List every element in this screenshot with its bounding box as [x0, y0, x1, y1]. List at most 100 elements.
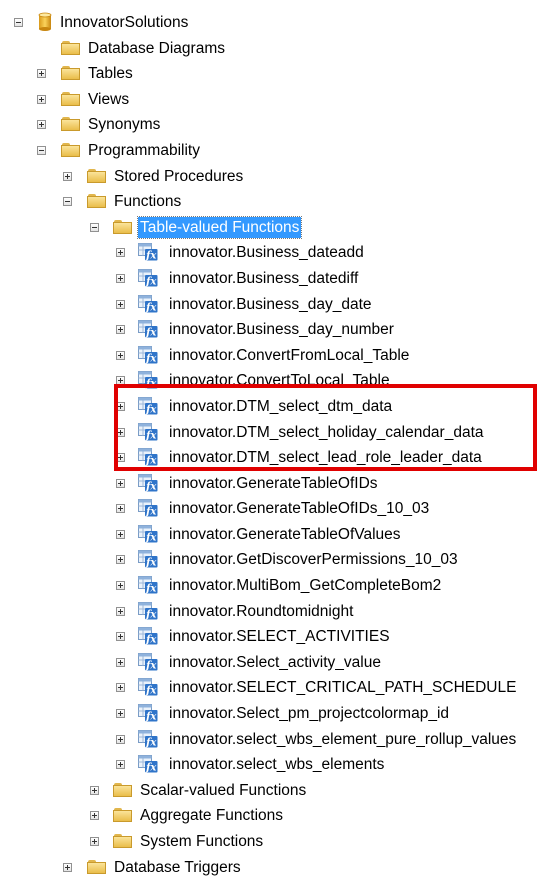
tree-node-label[interactable]: innovator.Business_datediff	[169, 266, 358, 292]
tree-node-label[interactable]: Aggregate Functions	[140, 803, 283, 829]
tree-node-function-item[interactable]: fx innovator.Business_day_number	[0, 317, 539, 343]
tree-node-label[interactable]: innovator.SELECT_ACTIVITIES	[169, 624, 390, 650]
tree-node-function-item[interactable]: fx innovator.Select_activity_value	[0, 650, 539, 676]
expand-toggle-icon[interactable]	[37, 94, 46, 104]
tree-node-root[interactable]: InnovatorSolutions	[0, 10, 539, 36]
tree-node-label[interactable]: innovator.DTM_select_holiday_calendar_da…	[169, 420, 484, 446]
tree-node-label[interactable]: innovator.SELECT_CRITICAL_PATH_SCHEDULE	[169, 675, 516, 701]
tree-node-label[interactable]: Synonyms	[88, 112, 160, 138]
tree-node-label[interactable]: innovator.GenerateTableOfValues	[169, 522, 401, 548]
tree-node-aggregate-functions[interactable]: Aggregate Functions	[0, 803, 539, 829]
tree-node-function-item[interactable]: fx innovator.GenerateTableOfValues	[0, 522, 539, 548]
tree-node-database-triggers[interactable]: Database Triggers	[0, 855, 539, 880]
tree-node-functions[interactable]: Functions	[0, 189, 539, 215]
tree-node-label[interactable]: innovator.GetDiscoverPermissions_10_03	[169, 547, 458, 573]
tree-node-label[interactable]: InnovatorSolutions	[60, 10, 188, 36]
tree-node-function-item[interactable]: fx innovator.MultiBom_GetCompleteBom2	[0, 573, 539, 599]
tree-node-label[interactable]: innovator.DTM_select_dtm_data	[169, 394, 392, 420]
expand-toggle-icon[interactable]	[116, 376, 125, 386]
tree-node-label[interactable]: innovator.GenerateTableOfIDs_10_03	[169, 496, 429, 522]
tree-node-function-item[interactable]: fx innovator.select_wbs_element_pure_roll…	[0, 727, 539, 753]
tree-node-stored-procedures[interactable]: Stored Procedures	[0, 164, 539, 190]
tree-node-label-selected[interactable]: Table-valued Functions	[136, 215, 303, 239]
expand-toggle-icon[interactable]	[63, 862, 72, 872]
tree-node-label[interactable]: Functions	[114, 189, 181, 215]
tree-node-function-item[interactable]: fx innovator.Business_day_date	[0, 292, 539, 318]
tree-node-label[interactable]: innovator.Select_activity_value	[169, 650, 381, 676]
tree-node-function-item[interactable]: fx innovator.SELECT_ACTIVITIES	[0, 624, 539, 650]
tree-node-label[interactable]: innovator.Business_day_number	[169, 317, 394, 343]
expand-toggle-icon[interactable]	[116, 581, 125, 591]
tree-node-function-item[interactable]: fx innovator.ConvertFromLocal_Table	[0, 343, 539, 369]
expand-toggle-icon[interactable]	[116, 453, 125, 463]
tree-node-database-diagrams[interactable]: Database Diagrams	[0, 36, 539, 62]
tree-node-label[interactable]: Stored Procedures	[114, 164, 243, 190]
expand-toggle-icon[interactable]	[116, 657, 125, 667]
tree-node-label[interactable]: innovator.select_wbs_elements	[169, 752, 384, 778]
expand-toggle-icon[interactable]	[116, 401, 125, 411]
tree-node-system-functions[interactable]: System Functions	[0, 829, 539, 855]
tree-node-function-item[interactable]: fx innovator.Roundtomidnight	[0, 599, 539, 625]
tree-node-function-item[interactable]: fx innovator.Select_pm_projectcolormap_id	[0, 701, 539, 727]
tree-node-label[interactable]: Programmability	[88, 138, 200, 164]
tree-node-function-item[interactable]: fx innovator.DTM_select_holiday_calendar_…	[0, 420, 539, 446]
tree-node-function-item[interactable]: fx innovator.GetDiscoverPermissions_10_03	[0, 547, 539, 573]
expand-toggle-icon[interactable]	[116, 529, 125, 539]
tree-node-label[interactable]: innovator.select_wbs_element_pure_rollup…	[169, 727, 516, 753]
tree-node-label[interactable]: innovator.MultiBom_GetCompleteBom2	[169, 573, 441, 599]
tree-node-label[interactable]: innovator.GenerateTableOfIDs	[169, 471, 378, 497]
expand-toggle-icon[interactable]	[116, 350, 125, 360]
expand-toggle-icon[interactable]	[116, 273, 125, 283]
expand-toggle-icon[interactable]	[90, 811, 99, 821]
tree-node-label[interactable]: Database Diagrams	[88, 36, 225, 62]
tree-node-function-item[interactable]: fx innovator.GenerateTableOfIDs	[0, 471, 539, 497]
expand-toggle-icon[interactable]	[116, 248, 125, 258]
expand-toggle-icon[interactable]	[37, 69, 46, 79]
tree-node-label[interactable]: innovator.Select_pm_projectcolormap_id	[169, 701, 449, 727]
expand-toggle-icon[interactable]	[116, 299, 125, 309]
tree-node-function-item[interactable]: fx innovator.DTM_select_lead_role_leader_…	[0, 445, 539, 471]
expand-toggle-icon[interactable]	[116, 683, 125, 693]
expand-toggle-icon[interactable]	[116, 632, 125, 642]
expand-toggle-icon[interactable]	[116, 606, 125, 616]
tree-node-function-item[interactable]: fx innovator.select_wbs_elements	[0, 752, 539, 778]
tree-node-function-item[interactable]: fx innovator.GenerateTableOfIDs_10_03	[0, 496, 539, 522]
tree-node-function-item[interactable]: fx innovator.SELECT_CRITICAL_PATH_SCHEDUL…	[0, 675, 539, 701]
expand-toggle-icon[interactable]	[116, 709, 125, 719]
tree-node-label[interactable]: Database Triggers	[114, 855, 241, 880]
tree-node-function-item[interactable]: fx innovator.ConvertToLocal_Table	[0, 368, 539, 394]
tree-node-label[interactable]: Scalar-valued Functions	[140, 778, 306, 804]
tree-node-label[interactable]: System Functions	[140, 829, 263, 855]
expand-toggle-icon[interactable]	[116, 734, 125, 744]
tree-node-programmability[interactable]: Programmability	[0, 138, 539, 164]
tree-node-label[interactable]: innovator.Roundtomidnight	[169, 599, 353, 625]
collapse-toggle-icon[interactable]	[14, 18, 23, 27]
tree-node-tables[interactable]: Tables	[0, 61, 539, 87]
tree-node-label[interactable]: innovator.Business_day_date	[169, 292, 372, 318]
expand-toggle-icon[interactable]	[116, 478, 125, 488]
tree-node-label[interactable]: innovator.DTM_select_lead_role_leader_da…	[169, 445, 482, 471]
tree-node-label[interactable]: Views	[88, 87, 129, 113]
tree-node-synonyms[interactable]: Synonyms	[0, 112, 539, 138]
tree-node-function-item[interactable]: fx innovator.Business_datediff	[0, 266, 539, 292]
expand-toggle-icon[interactable]	[116, 427, 125, 437]
tree-node-label[interactable]: innovator.ConvertFromLocal_Table	[169, 343, 409, 369]
expand-toggle-icon[interactable]	[90, 837, 99, 846]
tree-node-label[interactable]: innovator.ConvertToLocal_Table	[169, 368, 390, 394]
expand-toggle-icon[interactable]	[116, 325, 125, 335]
expand-toggle-icon[interactable]	[63, 171, 72, 181]
tree-node-function-item[interactable]: fx innovator.Business_dateadd	[0, 240, 539, 266]
tree-node-views[interactable]: Views	[0, 87, 539, 113]
expand-toggle-icon[interactable]	[116, 555, 125, 565]
collapse-toggle-icon[interactable]	[90, 222, 99, 232]
expand-toggle-icon[interactable]	[90, 785, 99, 795]
tree-node-scalar-valued-functions[interactable]: Scalar-valued Functions	[0, 778, 539, 804]
collapse-toggle-icon[interactable]	[37, 145, 46, 155]
tree-node-function-item[interactable]: fx innovator.DTM_select_dtm_data	[0, 394, 539, 420]
tree-node-table-valued-functions[interactable]: Table-valued Functions	[0, 215, 539, 241]
tree-node-label[interactable]: Tables	[88, 61, 133, 87]
expand-toggle-icon[interactable]	[116, 504, 125, 514]
collapse-toggle-icon[interactable]	[63, 197, 72, 207]
tree-node-label[interactable]: innovator.Business_dateadd	[169, 240, 364, 266]
expand-toggle-icon[interactable]	[37, 120, 46, 130]
